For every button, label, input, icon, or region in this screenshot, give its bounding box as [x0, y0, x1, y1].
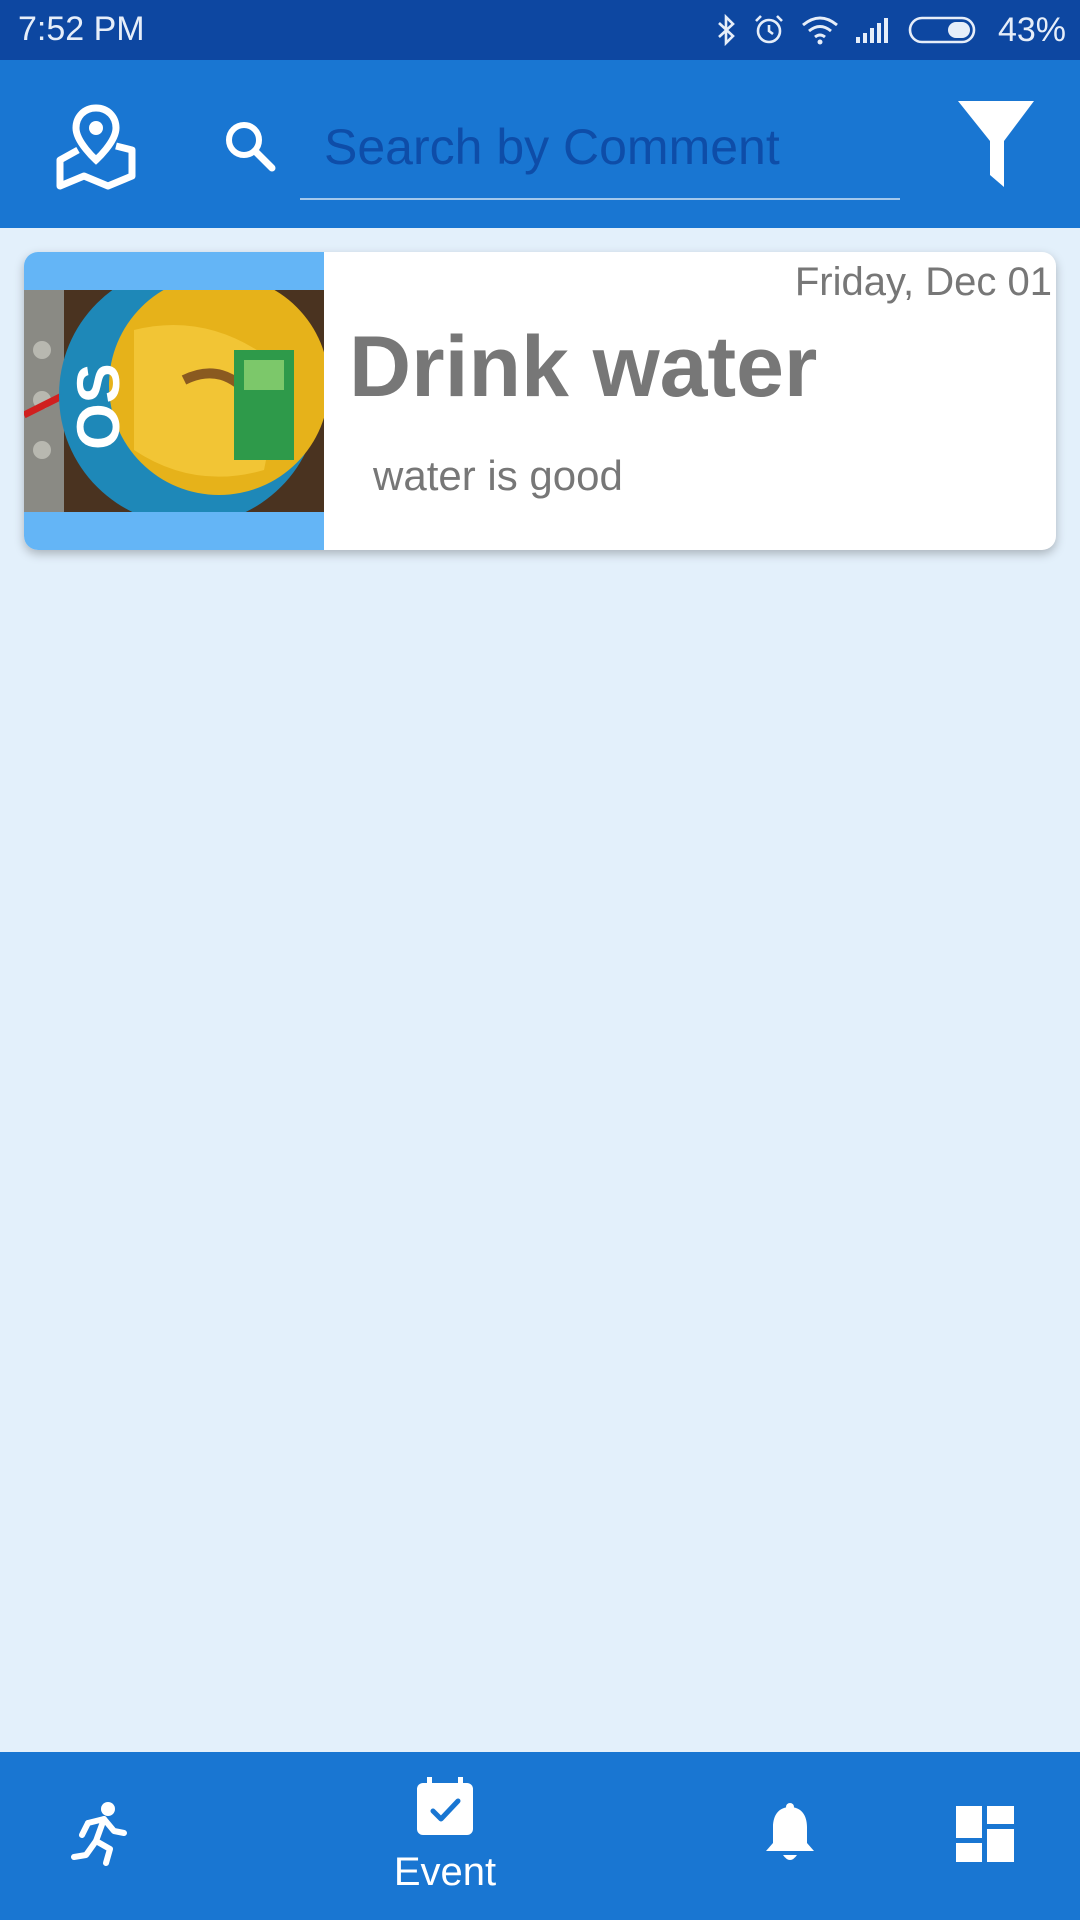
- event-card[interactable]: OS Friday, Dec 01 Drink water water is g…: [24, 252, 1056, 550]
- search-icon: [220, 116, 280, 176]
- status-time: 7:52 PM: [18, 10, 145, 48]
- svg-text:OS: OS: [65, 363, 132, 450]
- status-bar: 7:52 PM 43%: [0, 0, 1080, 60]
- search-input[interactable]: [300, 96, 900, 200]
- bell-icon: [763, 1802, 817, 1870]
- filter-button[interactable]: [948, 96, 1044, 196]
- nav-notifications[interactable]: [740, 1752, 840, 1920]
- nav-dashboard[interactable]: [935, 1752, 1035, 1920]
- bottom-navigation: Event: [0, 1752, 1080, 1920]
- nav-event[interactable]: Event: [380, 1752, 510, 1920]
- map-button[interactable]: [50, 102, 142, 194]
- calendar-check-icon: [415, 1777, 475, 1842]
- event-thumbnail: OS: [24, 252, 324, 550]
- battery-percent: 43%: [997, 10, 1066, 49]
- event-photo: OS: [24, 290, 324, 512]
- event-date: Friday, Dec 01: [794, 260, 1052, 304]
- signal-icon: [854, 15, 894, 45]
- map-pin-icon: [54, 102, 138, 195]
- running-icon: [70, 1801, 130, 1872]
- event-title: Drink water: [349, 319, 818, 415]
- dashboard-icon: [956, 1805, 1014, 1867]
- status-icons: 43%: [716, 8, 1066, 52]
- nav-activity[interactable]: [50, 1752, 150, 1920]
- event-comment: water is good: [373, 452, 623, 499]
- nav-event-label: Event: [393, 1850, 497, 1894]
- filter-icon: [956, 99, 1036, 194]
- battery-icon: [908, 15, 980, 45]
- alarm-icon: [752, 13, 786, 47]
- wifi-icon: [800, 14, 840, 46]
- bluetooth-icon: [716, 14, 738, 46]
- app-bar: [0, 60, 1080, 228]
